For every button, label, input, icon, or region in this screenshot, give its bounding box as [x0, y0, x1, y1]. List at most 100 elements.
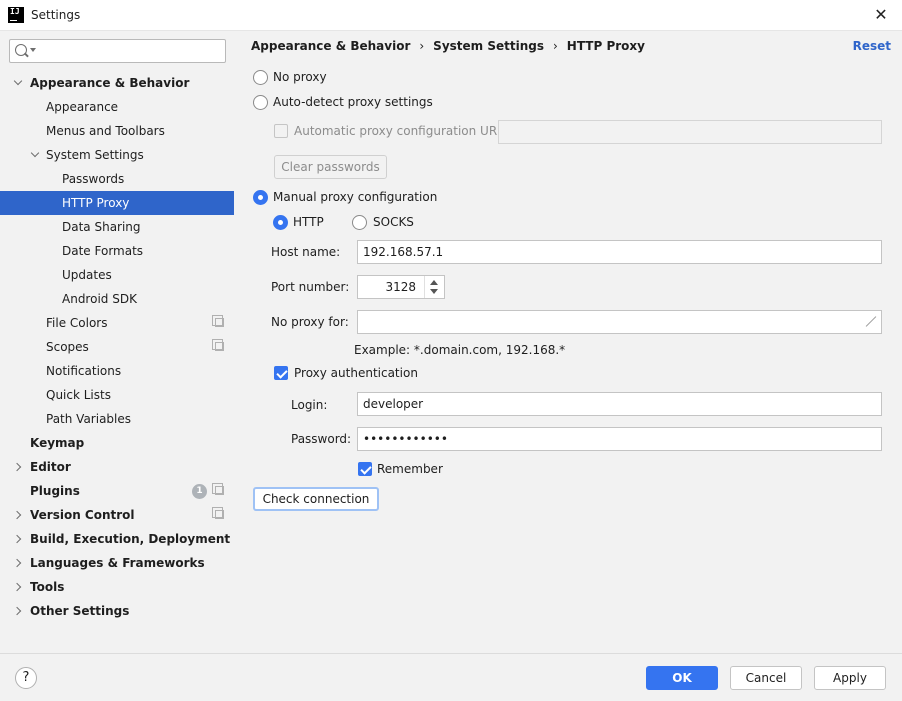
tree-item-path-variables[interactable]: Path Variables: [0, 407, 234, 431]
project-settings-icon: [212, 507, 224, 519]
spin-down-icon[interactable]: [430, 289, 438, 294]
tree-item-label: Android SDK: [62, 292, 137, 306]
port-number-label: Port number:: [271, 280, 350, 294]
search-options-caret-icon[interactable]: [30, 48, 36, 52]
chevron-down-icon[interactable]: [13, 76, 23, 86]
tree-item-file-colors[interactable]: File Colors: [0, 311, 234, 335]
chevron-right-icon[interactable]: [12, 462, 22, 472]
tree-item-label: Date Formats: [62, 244, 144, 258]
tree-item-label: Menus and Toolbars: [46, 124, 165, 138]
socks-label: SOCKS: [373, 215, 414, 229]
clear-passwords-button[interactable]: Clear passwords: [274, 155, 387, 179]
tree-item-label: Build, Execution, Deployment: [30, 532, 231, 546]
tree-item-plugins[interactable]: Plugins 1: [0, 479, 234, 503]
breadcrumb: Appearance & Behavior › System Settings › HT…: [251, 39, 645, 53]
cancel-button[interactable]: Cancel: [730, 666, 802, 690]
breadcrumb-item[interactable]: System Settings: [433, 39, 544, 53]
host-name-field[interactable]: 192.168.57.1: [357, 240, 882, 264]
tree-item-menus-toolbars[interactable]: Menus and Toolbars: [0, 119, 234, 143]
tree-item-tools[interactable]: Tools: [0, 575, 234, 599]
manual-proxy-radio[interactable]: [253, 190, 268, 205]
proxy-authentication-label: Proxy authentication: [294, 366, 418, 380]
ok-button[interactable]: OK: [646, 666, 718, 690]
chevron-right-icon[interactable]: [12, 606, 22, 616]
tree-item-label: Other Settings: [30, 604, 130, 618]
tree-item-date-formats[interactable]: Date Formats: [0, 239, 234, 263]
password-label: Password:: [291, 432, 352, 446]
port-spinner[interactable]: [424, 276, 444, 298]
breadcrumb-separator: ›: [419, 39, 425, 53]
project-settings-icon: [212, 315, 224, 327]
title-bar: IJ Settings ✕: [0, 0, 902, 31]
tree-item-label: Path Variables: [46, 412, 132, 426]
chevron-down-icon[interactable]: [30, 148, 40, 158]
auto-config-url-field[interactable]: [498, 120, 882, 144]
window-title: Settings: [31, 8, 81, 22]
tree-item-label: Appearance & Behavior: [30, 76, 190, 90]
port-number-value: 3128: [385, 280, 416, 294]
auto-detect-radio[interactable]: [253, 95, 268, 110]
tree-item-label: Version Control: [30, 508, 135, 522]
tree-item-label: Editor: [30, 460, 71, 474]
tree-item-editor[interactable]: Editor: [0, 455, 234, 479]
tree-item-label: Scopes: [46, 340, 89, 354]
chevron-right-icon[interactable]: [12, 582, 22, 592]
intellij-idea-icon: IJ: [8, 7, 24, 23]
remember-checkbox[interactable]: [358, 462, 372, 476]
tree-item-label: Updates: [62, 268, 112, 282]
dialog-footer: ? OK Cancel Apply: [0, 653, 902, 701]
login-field[interactable]: developer: [357, 392, 882, 416]
tree-item-label: Appearance: [46, 100, 119, 114]
tree-item-appearance-behavior[interactable]: Appearance & Behavior: [0, 71, 234, 95]
auto-detect-label: Auto-detect proxy settings: [273, 95, 433, 109]
search-input[interactable]: [9, 39, 226, 63]
login-label: Login:: [291, 398, 328, 412]
no-proxy-for-field[interactable]: [357, 310, 882, 334]
host-name-label: Host name:: [271, 245, 341, 259]
expand-icon[interactable]: [864, 316, 875, 327]
help-icon[interactable]: ?: [15, 667, 37, 689]
tree-item-notifications[interactable]: Notifications: [0, 359, 234, 383]
password-field[interactable]: ••••••••••••: [357, 427, 882, 451]
tree-item-label: Quick Lists: [46, 388, 111, 402]
http-radio[interactable]: [273, 215, 288, 230]
tree-item-keymap[interactable]: Keymap: [0, 431, 234, 455]
tree-item-quick-lists[interactable]: Quick Lists: [0, 383, 234, 407]
tree-item-label: Tools: [30, 580, 65, 594]
tree-item-languages-frameworks[interactable]: Languages & Frameworks: [0, 551, 234, 575]
tree-item-version-control[interactable]: Version Control: [0, 503, 234, 527]
tree-item-label: Languages & Frameworks: [30, 556, 205, 570]
http-proxy-panel: Appearance & Behavior › System Settings › HT…: [234, 31, 902, 653]
tree-item-other-settings[interactable]: Other Settings: [0, 599, 234, 623]
tree-item-label: Data Sharing: [62, 220, 141, 234]
socks-radio[interactable]: [352, 215, 367, 230]
tree-item-label: Passwords: [62, 172, 125, 186]
chevron-right-icon[interactable]: [12, 510, 22, 520]
tree-item-label: Plugins: [30, 484, 80, 498]
remember-label: Remember: [377, 462, 443, 476]
breadcrumb-item[interactable]: Appearance & Behavior: [251, 39, 410, 53]
settings-sidebar: Appearance & Behavior Appearance Menus a…: [0, 31, 234, 653]
chevron-right-icon[interactable]: [12, 534, 22, 544]
tree-item-android-sdk[interactable]: Android SDK: [0, 287, 234, 311]
tree-item-passwords[interactable]: Passwords: [0, 167, 234, 191]
tree-item-data-sharing[interactable]: Data Sharing: [0, 215, 234, 239]
tree-item-system-settings[interactable]: System Settings: [0, 143, 234, 167]
tree-item-appearance[interactable]: Appearance: [0, 95, 234, 119]
auto-config-url-checkbox[interactable]: [274, 124, 288, 138]
reset-link[interactable]: Reset: [853, 39, 891, 53]
chevron-right-icon[interactable]: [12, 558, 22, 568]
spin-up-icon[interactable]: [430, 280, 438, 285]
apply-button[interactable]: Apply: [814, 666, 886, 690]
tree-item-http-proxy[interactable]: HTTP Proxy: [0, 191, 234, 215]
http-label: HTTP: [293, 215, 324, 229]
check-connection-button[interactable]: Check connection: [253, 487, 379, 511]
tree-item-scopes[interactable]: Scopes: [0, 335, 234, 359]
proxy-authentication-checkbox[interactable]: [274, 366, 288, 380]
close-icon[interactable]: ✕: [872, 6, 890, 24]
no-proxy-label: No proxy: [273, 70, 327, 84]
port-number-stepper[interactable]: 3128: [357, 275, 445, 299]
no-proxy-radio[interactable]: [253, 70, 268, 85]
tree-item-updates[interactable]: Updates: [0, 263, 234, 287]
tree-item-build-execution-deployment[interactable]: Build, Execution, Deployment: [0, 527, 234, 551]
